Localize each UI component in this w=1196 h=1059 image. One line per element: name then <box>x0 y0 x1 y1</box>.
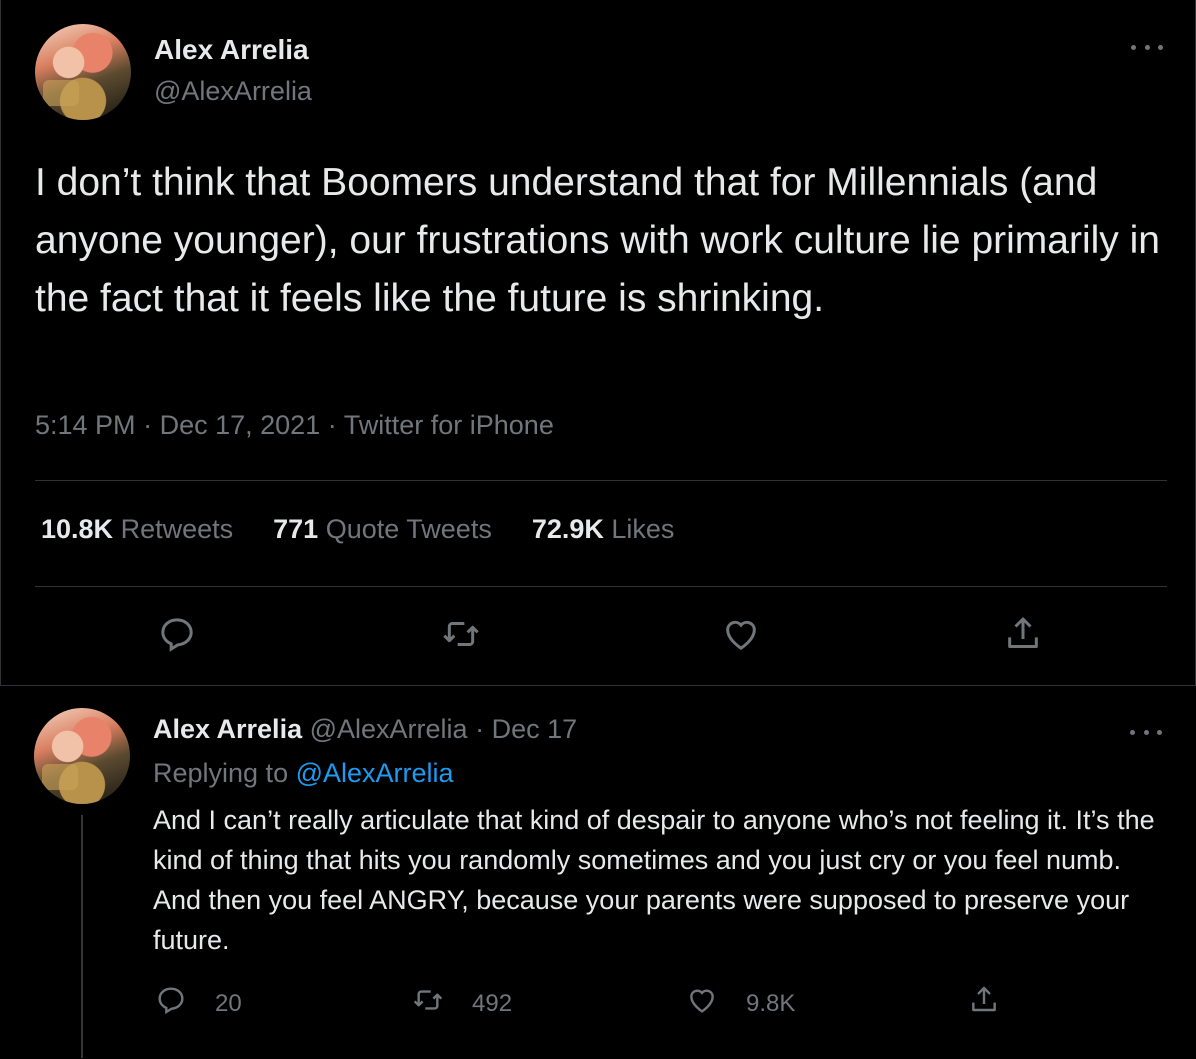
retweet-icon[interactable] <box>441 614 481 654</box>
likes-count: 72.9K <box>531 514 604 544</box>
divider <box>35 480 1167 481</box>
replying-prefix: Replying to <box>153 758 289 788</box>
replying-to: Replying to @AlexArrelia <box>153 758 454 789</box>
tweet-meta: 5:14 PM · Dec 17, 2021 · Twitter for iPh… <box>35 410 554 441</box>
reply-count: 20 <box>215 990 242 1017</box>
tweet-actions <box>1 614 1196 658</box>
reply-text: And I can’t really articulate that kind … <box>153 805 1155 955</box>
main-tweet: Alex Arrelia @AlexArrelia I don’t think … <box>0 0 1196 685</box>
retweets-stat[interactable]: 10.8K Retweets <box>41 514 233 545</box>
author-name[interactable]: Alex Arrelia <box>153 714 302 744</box>
quote-tweets-stat[interactable]: 771 Quote Tweets <box>273 514 492 545</box>
retweets-label: Retweets <box>120 514 234 544</box>
meta-separator: · <box>475 714 485 744</box>
replying-handle-link[interactable]: @AlexArrelia <box>296 758 454 788</box>
likes-label: Likes <box>611 514 675 544</box>
more-options-icon[interactable] <box>1131 42 1163 52</box>
share-icon[interactable] <box>1003 614 1043 654</box>
retweets-count: 10.8K <box>41 514 114 544</box>
divider <box>35 586 1167 587</box>
quote-tweets-count: 771 <box>273 514 319 544</box>
like-count: 9.8K <box>746 990 796 1017</box>
tweet-date[interactable]: Dec 17 <box>492 714 578 744</box>
retweet-icon[interactable] <box>412 984 444 1016</box>
avatar[interactable] <box>35 24 131 120</box>
tweet-date[interactable]: Dec 17, 2021 <box>160 410 321 440</box>
author-handle[interactable]: @AlexArrelia <box>154 76 312 107</box>
reply-icon[interactable] <box>157 614 197 654</box>
meta-separator: · <box>143 410 153 440</box>
author-name[interactable]: Alex Arrelia <box>154 34 309 66</box>
tweet-source[interactable]: Twitter for iPhone <box>344 410 554 440</box>
tweet-time[interactable]: 5:14 PM <box>35 410 136 440</box>
author-handle[interactable]: @AlexArrelia <box>310 714 468 744</box>
engagement-stats: 10.8K Retweets 771 Quote Tweets 72.9K Li… <box>41 514 674 545</box>
likes-stat[interactable]: 72.9K Likes <box>532 514 675 545</box>
quote-tweets-label: Quote Tweets <box>325 514 492 544</box>
reply-header: Alex Arrelia @AlexArrelia · Dec 17 <box>153 714 577 745</box>
like-icon[interactable] <box>721 614 761 654</box>
share-icon[interactable] <box>968 984 1000 1016</box>
thread-line <box>81 815 83 1058</box>
retweet-count: 492 <box>472 990 513 1017</box>
like-icon[interactable] <box>686 984 718 1016</box>
meta-separator: · <box>327 410 337 440</box>
tweet-text: I don’t think that Boomers understand th… <box>35 161 1160 320</box>
more-options-icon[interactable] <box>1130 727 1162 737</box>
avatar[interactable] <box>34 708 130 804</box>
reply-icon[interactable] <box>155 984 187 1016</box>
